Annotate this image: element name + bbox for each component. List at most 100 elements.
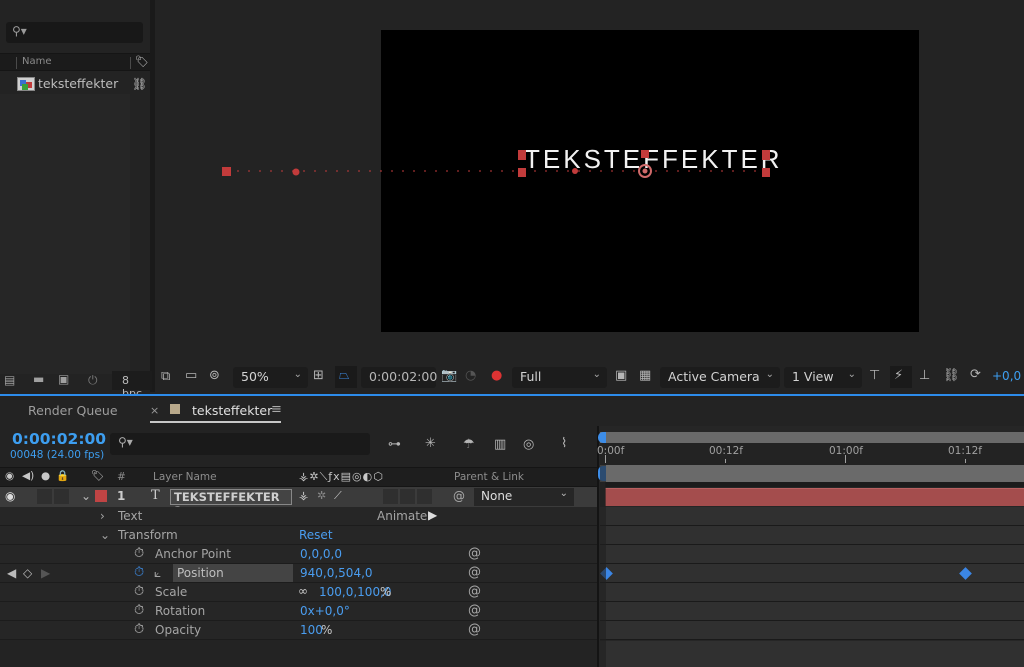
current-time-display[interactable]: 0:00:02:00 bbox=[361, 367, 437, 388]
show-snapshot-icon[interactable]: ◔ bbox=[465, 368, 476, 383]
switch-slot[interactable] bbox=[400, 489, 415, 504]
pick-whip-icon[interactable]: @ bbox=[468, 622, 481, 637]
property-value[interactable]: 940,0,504,0 bbox=[300, 566, 373, 580]
bit-depth-button[interactable]: 8 bpc bbox=[112, 371, 152, 400]
collapse-switch[interactable]: ✲ bbox=[317, 489, 326, 502]
close-icon[interactable]: × bbox=[150, 404, 159, 417]
timeline-icon[interactable]: ⊥ bbox=[919, 368, 930, 383]
stopwatch-icon[interactable]: ⏱ bbox=[134, 622, 144, 637]
pick-whip-icon[interactable]: @ bbox=[468, 565, 481, 580]
video-visibility-icon[interactable]: ◉ bbox=[5, 470, 14, 482]
graph-editor-icon[interactable]: ⌇ bbox=[561, 436, 567, 451]
add-keyframe-icon[interactable]: ◇ bbox=[23, 566, 32, 580]
composition-canvas[interactable] bbox=[381, 30, 919, 332]
stopwatch-icon[interactable]: ⏱ bbox=[134, 584, 144, 599]
comp-flowchart-icon[interactable]: ⊶ bbox=[388, 437, 401, 452]
property-anchor-point[interactable]: ⏱ Anchor Point 0,0,0,0 @ bbox=[0, 545, 597, 564]
frame-blending-icon[interactable]: ▥ bbox=[494, 437, 506, 452]
magnification-dropdown[interactable]: 50% ⌄ bbox=[233, 367, 308, 388]
prev-keyframe-icon[interactable]: ◀ bbox=[7, 566, 16, 580]
property-value[interactable]: 0,0,0,0 bbox=[300, 547, 342, 561]
next-keyframe-icon[interactable]: ▶ bbox=[41, 566, 50, 580]
pick-whip-icon[interactable]: @ bbox=[468, 546, 481, 561]
switch-slot[interactable] bbox=[417, 489, 432, 504]
chevron-down-icon[interactable]: ⌄ bbox=[81, 489, 91, 503]
shy-switch[interactable]: ⚶ bbox=[299, 489, 308, 502]
graph-icon[interactable]: ⟀ bbox=[154, 566, 161, 581]
chevron-down-icon[interactable]: ⌄ bbox=[100, 528, 110, 542]
parent-dropdown[interactable]: None ⌄ bbox=[474, 488, 574, 506]
animate-menu-icon[interactable]: ▶ bbox=[428, 508, 437, 522]
work-area-bar[interactable] bbox=[600, 465, 1024, 482]
comp-text-layer[interactable]: TEKSTEFFEKTER bbox=[524, 144, 783, 175]
new-composition-icon[interactable]: ▣ bbox=[58, 372, 69, 386]
quality-switch[interactable]: ⟋ bbox=[334, 489, 342, 503]
draft-3d-icon[interactable]: ✳ bbox=[425, 436, 436, 451]
region-of-interest-icon[interactable]: ▣ bbox=[615, 368, 627, 383]
exposure-value[interactable]: +0,0 bbox=[992, 369, 1021, 383]
mask-visibility-icon[interactable]: ⊚ bbox=[209, 368, 220, 383]
pick-whip-icon[interactable]: @ bbox=[468, 584, 481, 599]
property-position[interactable]: ◀ ◇ ▶ ⏱ ⟀ Position 940,0,504,0 @ bbox=[0, 564, 597, 583]
property-group-text[interactable]: › Text Animate: ▶ bbox=[0, 507, 597, 526]
toggle-mask-path-icon[interactable]: ⏢ bbox=[335, 366, 357, 388]
property-value[interactable]: 100 bbox=[300, 623, 323, 637]
timeline-search-input[interactable]: ⚲▾ bbox=[110, 433, 370, 455]
property-scale[interactable]: ⏱ Scale ∞ 100,0,100,0 % @ bbox=[0, 583, 597, 602]
monitor-icon[interactable]: ▭ bbox=[185, 368, 197, 383]
property-value[interactable]: 0x+0,0° bbox=[300, 604, 350, 618]
reset-exposure-icon[interactable]: ⟳ bbox=[970, 367, 981, 382]
lock-toggle[interactable] bbox=[54, 489, 69, 504]
property-opacity[interactable]: ⏱ Opacity 100 % @ bbox=[0, 621, 597, 640]
snapshot-icon[interactable]: 📷 bbox=[441, 368, 457, 383]
time-ruler[interactable]: 0:00f 00:12f 01:00f 01:12f bbox=[597, 443, 1024, 465]
tab-composition[interactable]: teksteffekter bbox=[192, 403, 272, 418]
stopwatch-icon[interactable]: ⏱ bbox=[134, 546, 144, 561]
view-layout-dropdown[interactable]: 1 View ⌄ bbox=[784, 367, 862, 388]
layer-label-color[interactable] bbox=[95, 490, 107, 502]
layer-duration-bar[interactable] bbox=[605, 488, 1024, 506]
project-search-input[interactable]: ⚲▾ bbox=[6, 22, 143, 43]
time-navigator-bar[interactable] bbox=[600, 432, 1024, 443]
property-group-transform[interactable]: ⌄ Transform Reset bbox=[0, 526, 597, 545]
pick-whip-icon[interactable]: @ bbox=[453, 489, 465, 503]
time-navigator-start-handle[interactable] bbox=[598, 432, 606, 443]
current-time[interactable]: 0:00:02:00 bbox=[12, 430, 106, 448]
property-rotation[interactable]: ⏱ Rotation 0x+0,0° @ bbox=[0, 602, 597, 621]
shy-layers-icon[interactable]: ☂ bbox=[463, 437, 475, 452]
switch-slot[interactable] bbox=[383, 489, 398, 504]
channel-icon[interactable]: ● bbox=[491, 368, 502, 383]
resolution-dropdown[interactable]: Full ⌄ bbox=[512, 367, 607, 388]
tab-render-queue[interactable]: Render Queue bbox=[28, 403, 118, 418]
chevron-right-icon[interactable]: › bbox=[100, 509, 105, 523]
always-preview-icon[interactable]: ⧉ bbox=[161, 369, 170, 384]
keyframe[interactable] bbox=[959, 567, 972, 580]
interpret-footage-icon[interactable]: ▤ bbox=[4, 373, 15, 387]
stopwatch-icon[interactable]: ⏱ bbox=[134, 603, 144, 618]
audio-icon[interactable]: ◀) bbox=[22, 470, 34, 482]
column-layer-name[interactable]: Layer Name bbox=[153, 471, 217, 483]
camera-dropdown[interactable]: Active Camera ⌄ bbox=[660, 367, 780, 388]
pixel-aspect-icon[interactable]: ⊤ bbox=[869, 368, 880, 383]
panel-menu-icon[interactable]: ≡ bbox=[271, 402, 282, 417]
column-name[interactable]: Name bbox=[22, 56, 52, 67]
solo-toggle[interactable] bbox=[37, 489, 52, 504]
stopwatch-active-icon[interactable]: ⏱ bbox=[134, 565, 144, 580]
label-tag-icon[interactable]: 🏷 bbox=[91, 469, 104, 482]
tag-icon[interactable]: 🏷 bbox=[135, 55, 149, 68]
flowchart-icon[interactable]: ⛓ bbox=[943, 368, 960, 383]
reset-link[interactable]: Reset bbox=[299, 528, 333, 542]
fast-preview-icon[interactable]: ⚡ bbox=[890, 366, 912, 388]
project-item[interactable]: teksteffekter ⛓ bbox=[0, 74, 150, 94]
eye-icon[interactable]: ◉ bbox=[5, 489, 15, 503]
layer-name-field[interactable]: TEKSTEFFEKTER 2 bbox=[170, 489, 292, 518]
constrain-proportions-icon[interactable]: ∞ bbox=[298, 584, 308, 598]
column-parent[interactable]: Parent & Link bbox=[454, 471, 524, 483]
project-settings-icon[interactable]: ⏻ bbox=[88, 373, 98, 388]
pick-whip-icon[interactable]: @ bbox=[468, 603, 481, 618]
solo-icon[interactable]: ● bbox=[41, 470, 50, 482]
transparency-grid-icon[interactable]: ▦ bbox=[639, 368, 651, 383]
new-folder-icon[interactable]: ▬ bbox=[33, 372, 44, 386]
lock-icon[interactable]: 🔒 bbox=[56, 469, 69, 482]
flowchart-icon[interactable]: ⛓ bbox=[132, 77, 147, 91]
